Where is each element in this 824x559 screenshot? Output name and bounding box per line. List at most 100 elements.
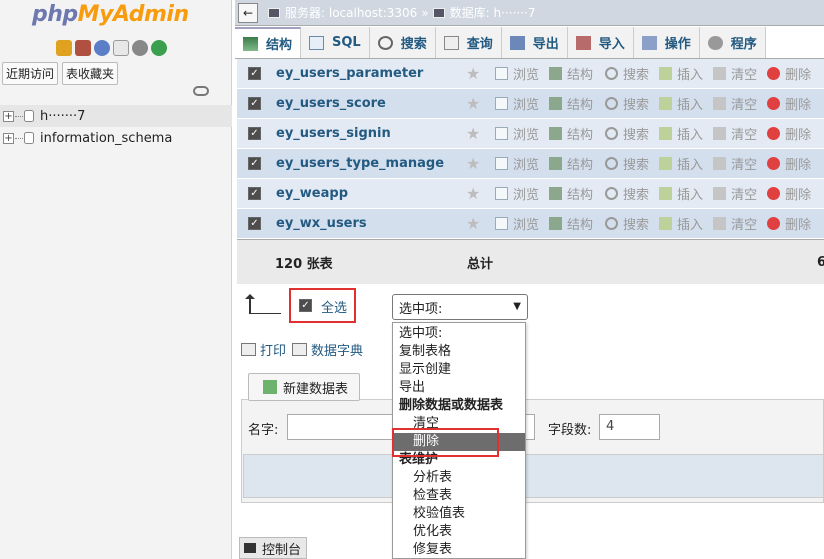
- row-checkbox[interactable]: ✓: [248, 217, 261, 230]
- help-icon[interactable]: [94, 40, 110, 56]
- table-name[interactable]: ey_users_type_manage: [276, 156, 444, 171]
- insert-action[interactable]: 插入: [659, 214, 703, 233]
- db-tree-item[interactable]: + h·······7: [0, 105, 232, 127]
- expand-icon[interactable]: +: [3, 132, 14, 144]
- drop-action[interactable]: 删除: [767, 64, 811, 83]
- drop-action[interactable]: 删除: [767, 154, 811, 173]
- action-label: 结构: [567, 68, 594, 83]
- search-action[interactable]: 搜索: [605, 124, 649, 143]
- row-checkbox[interactable]: ✓: [248, 97, 261, 110]
- console-toggle[interactable]: 控制台: [239, 537, 307, 559]
- db-tree-item[interactable]: + information_schema: [0, 127, 232, 149]
- insert-action[interactable]: 插入: [659, 64, 703, 83]
- drop-action[interactable]: 删除: [767, 124, 811, 143]
- option-check[interactable]: 检查表: [393, 487, 525, 505]
- insert-action[interactable]: 插入: [659, 94, 703, 113]
- tab-sql[interactable]: SQL: [301, 27, 370, 58]
- option-show-create[interactable]: 显示创建: [393, 361, 525, 379]
- table-name[interactable]: ey_weapp: [276, 186, 348, 201]
- favorite-star-icon[interactable]: ★: [466, 124, 480, 143]
- browse-action[interactable]: 浏览: [495, 124, 539, 143]
- structure-action[interactable]: 结构: [549, 214, 593, 233]
- settings-gear-icon[interactable]: [132, 40, 148, 56]
- row-checkbox[interactable]: ✓: [248, 187, 261, 200]
- favorite-star-icon[interactable]: ★: [466, 184, 480, 203]
- tab-structure[interactable]: 结构: [235, 27, 302, 58]
- select-all-label[interactable]: 全选: [321, 297, 347, 316]
- tab-query[interactable]: 查询: [435, 27, 502, 58]
- drop-action[interactable]: 删除: [767, 214, 811, 233]
- expand-icon[interactable]: +: [3, 110, 14, 122]
- favorites-tab[interactable]: 表收藏夹: [62, 62, 119, 85]
- option-export[interactable]: 导出: [393, 379, 525, 397]
- favorite-star-icon[interactable]: ★: [466, 214, 480, 233]
- search-action[interactable]: 搜索: [605, 64, 649, 83]
- tab-search[interactable]: 搜索: [369, 27, 436, 58]
- favorite-star-icon[interactable]: ★: [466, 64, 480, 83]
- option-repair[interactable]: 修复表: [393, 541, 525, 559]
- search-action[interactable]: 搜索: [605, 94, 649, 113]
- browse-action[interactable]: 浏览: [495, 214, 539, 233]
- option-analyze[interactable]: 分析表: [393, 469, 525, 487]
- empty-action[interactable]: 清空: [713, 214, 757, 233]
- table-name[interactable]: ey_users_parameter: [276, 66, 423, 81]
- structure-action[interactable]: 结构: [549, 94, 593, 113]
- table-name[interactable]: ey_wx_users: [276, 216, 367, 231]
- browse-action[interactable]: 浏览: [495, 184, 539, 203]
- collapse-arrow-icon[interactable]: ←: [238, 2, 258, 23]
- documentation-icon[interactable]: [113, 40, 129, 56]
- home-icon[interactable]: [56, 40, 72, 56]
- tab-import[interactable]: 导入: [567, 27, 634, 58]
- option-optimize[interactable]: 优化表: [393, 523, 525, 541]
- structure-action[interactable]: 结构: [549, 124, 593, 143]
- search-action[interactable]: 搜索: [605, 184, 649, 203]
- table-name[interactable]: ey_users_score: [276, 96, 386, 111]
- drop-action[interactable]: 删除: [767, 184, 811, 203]
- field-count-input[interactable]: 4: [599, 414, 660, 440]
- phpmyadmin-logo[interactable]: phpMyAdmin: [32, 2, 189, 27]
- breadcrumb-database[interactable]: 数据库: h·······7: [450, 4, 536, 21]
- with-selected-dropdown[interactable]: 选中项: ▼: [392, 294, 528, 320]
- breadcrumb-server[interactable]: 服务器: localhost:3306: [285, 4, 417, 21]
- table-name[interactable]: ey_users_signin: [276, 126, 391, 141]
- tab-export[interactable]: 导出: [501, 27, 568, 58]
- empty-action[interactable]: 清空: [713, 154, 757, 173]
- favorite-star-icon[interactable]: ★: [466, 154, 480, 173]
- db-name[interactable]: h·······7: [40, 109, 85, 124]
- browse-action[interactable]: 浏览: [495, 64, 539, 83]
- structure-action[interactable]: 结构: [549, 184, 593, 203]
- search-action[interactable]: 搜索: [605, 154, 649, 173]
- logout-icon[interactable]: [75, 40, 91, 56]
- drop-action[interactable]: 删除: [767, 94, 811, 113]
- reload-icon[interactable]: [151, 40, 167, 56]
- insert-action[interactable]: 插入: [659, 154, 703, 173]
- main-tabs: 结构 SQL 搜索 查询 导出 导入 操作 程序: [235, 27, 824, 59]
- search-action[interactable]: 搜索: [605, 214, 649, 233]
- favorite-star-icon[interactable]: ★: [466, 94, 480, 113]
- row-checkbox[interactable]: ✓: [248, 67, 261, 80]
- option-copy-table[interactable]: 复制表格: [393, 343, 525, 361]
- empty-action[interactable]: 清空: [713, 94, 757, 113]
- empty-action[interactable]: 清空: [713, 64, 757, 83]
- insert-action[interactable]: 插入: [659, 124, 703, 143]
- data-dictionary-link[interactable]: 数据字典: [311, 340, 363, 359]
- structure-action[interactable]: 结构: [549, 154, 593, 173]
- option-placeholder[interactable]: 选中项:: [393, 325, 525, 343]
- recent-tab[interactable]: 近期访问: [2, 62, 59, 85]
- print-link[interactable]: 打印: [260, 340, 286, 359]
- browse-action[interactable]: 浏览: [495, 94, 539, 113]
- create-table-button[interactable]: 新建数据表: [248, 373, 360, 401]
- tab-operations[interactable]: 操作: [633, 27, 700, 58]
- insert-action[interactable]: 插入: [659, 184, 703, 203]
- tab-routines[interactable]: 程序: [699, 27, 766, 58]
- option-checksum[interactable]: 校验值表: [393, 505, 525, 523]
- link-chain-icon[interactable]: [193, 86, 209, 96]
- browse-action[interactable]: 浏览: [495, 154, 539, 173]
- empty-action[interactable]: 清空: [713, 124, 757, 143]
- empty-action[interactable]: 清空: [713, 184, 757, 203]
- structure-action[interactable]: 结构: [549, 64, 593, 83]
- db-name[interactable]: information_schema: [40, 131, 172, 146]
- row-checkbox[interactable]: ✓: [248, 127, 261, 140]
- row-checkbox[interactable]: ✓: [248, 157, 261, 170]
- select-all-checkbox[interactable]: ✓: [299, 299, 312, 312]
